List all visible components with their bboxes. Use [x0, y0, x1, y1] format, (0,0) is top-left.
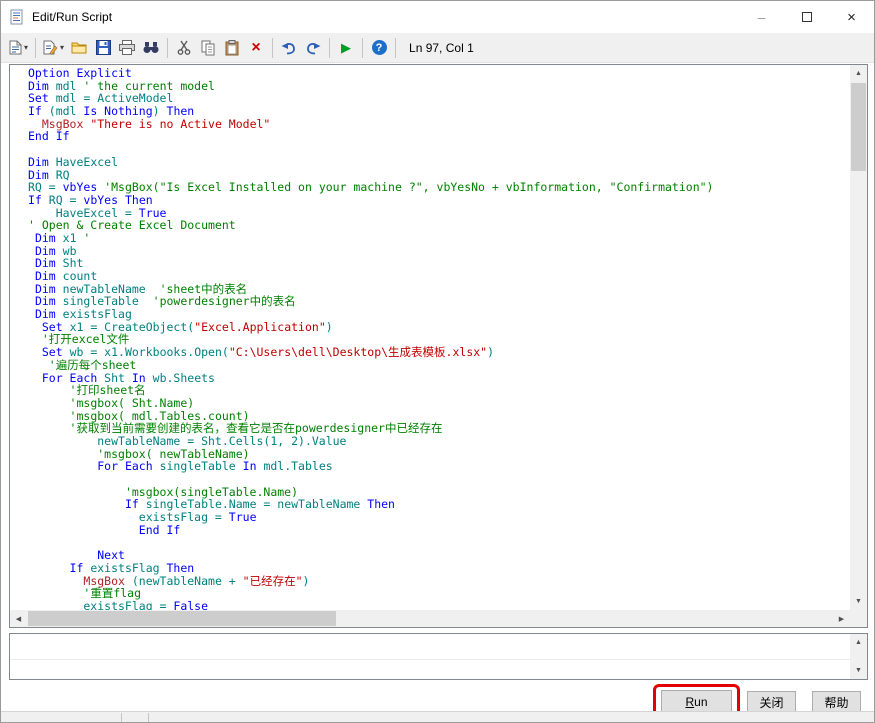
code-line: Dim HaveExcel: [28, 154, 119, 169]
toolbar-separator: [167, 37, 169, 58]
code-line: Dim wb: [34, 243, 77, 258]
run-button[interactable]: Run: [661, 690, 732, 713]
background-status-strip: [1, 711, 874, 722]
close-dialog-button[interactable]: 关闭: [747, 691, 796, 713]
toolbar: ▾ ▾ × ▶ ? Ln 97, Col 1: [1, 33, 874, 63]
code-line: MsgBox (newTableName + "已经存在"): [83, 573, 310, 588]
maximize-icon: [801, 12, 812, 22]
code-line: End If: [138, 522, 181, 537]
redo-icon: [305, 41, 321, 55]
vertical-scroll-thumb[interactable]: [851, 83, 866, 171]
code-line: End If: [28, 129, 70, 144]
dropdown-icon: ▾: [60, 42, 65, 52]
code-line: MsgBox "There is no Active Model": [41, 116, 271, 131]
run-label-accelerator: R: [685, 694, 695, 709]
run-icon: ▶: [341, 40, 352, 55]
copy-button[interactable]: [196, 36, 220, 60]
output-panel[interactable]: ▲ ▼: [9, 633, 868, 680]
output-scroll-up-button[interactable]: ▲: [850, 634, 867, 651]
run-toolbar-button[interactable]: ▶: [334, 36, 358, 60]
dropdown-icon: ▾: [24, 42, 29, 52]
scroll-left-icon: ◀: [15, 615, 22, 623]
cut-button[interactable]: [172, 36, 196, 60]
print-button[interactable]: [115, 36, 139, 60]
script-menu-button[interactable]: ▾: [6, 36, 31, 60]
toolbar-separator: [395, 37, 397, 58]
code-line: Dim singleTable 'powerdesigner中的表名: [34, 294, 296, 309]
paste-clipboard-icon: [225, 39, 239, 56]
open-button[interactable]: [67, 36, 91, 60]
code-line: Dim x1 ': [34, 230, 91, 245]
code-line: ' Open & Create Excel Document: [28, 218, 236, 233]
help-button[interactable]: 帮助: [812, 691, 861, 713]
cut-scissors-icon: [177, 40, 191, 55]
toolbar-separator: [272, 37, 274, 58]
run-button-label: Run: [685, 695, 707, 709]
open-folder-icon: [71, 41, 87, 54]
scroll-left-button[interactable]: ◀: [10, 610, 27, 627]
toolbar-separator: [362, 37, 364, 58]
scroll-right-button[interactable]: ▶: [833, 610, 850, 627]
output-scrollbar[interactable]: ▲ ▼: [850, 634, 867, 679]
scroll-down-button[interactable]: ▼: [850, 593, 867, 610]
strip-divider: [148, 713, 149, 722]
minimize-icon: –: [757, 9, 766, 25]
help-toolbar-button[interactable]: ?: [367, 36, 391, 60]
run-label-rest: un: [694, 694, 708, 709]
delete-icon: ×: [251, 38, 261, 56]
scroll-right-icon: ▶: [838, 615, 845, 623]
scroll-up-button[interactable]: ▲: [850, 65, 867, 82]
scroll-up-icon: ▲: [855, 639, 862, 646]
output-scroll-down-button[interactable]: ▼: [850, 662, 867, 679]
find-button[interactable]: [139, 36, 163, 60]
redo-button[interactable]: [301, 36, 325, 60]
paste-button[interactable]: [220, 36, 244, 60]
edit-script-icon: [43, 40, 58, 55]
minimize-button[interactable]: –: [739, 1, 784, 33]
help-icon: ?: [371, 40, 387, 55]
window-title: Edit/Run Script: [32, 10, 113, 24]
scrollbar-corner: [850, 610, 867, 627]
scroll-up-icon: ▲: [855, 70, 862, 77]
titlebar: Edit/Run Script – ×: [1, 1, 874, 33]
delete-button[interactable]: ×: [244, 36, 268, 60]
code-editor: Option Explicit Dim mdl ' the current mod…: [9, 64, 868, 628]
horizontal-scroll-thumb[interactable]: [28, 611, 336, 626]
new-script-icon: [9, 40, 22, 55]
close-button[interactable]: ×: [829, 1, 874, 33]
print-icon: [119, 40, 136, 55]
window-icon: [10, 9, 24, 25]
code-line: Set wb = x1.Workbooks.Open("C:\Users\del…: [41, 345, 495, 360]
maximize-button[interactable]: [784, 1, 829, 33]
toolbar-separator: [329, 37, 331, 58]
code-line: Dim Sht: [34, 256, 84, 271]
code-line: existsFlag = False: [28, 598, 209, 610]
strip-divider: [121, 713, 122, 722]
save-icon: [95, 40, 111, 55]
edit-menu-button[interactable]: ▾: [40, 36, 67, 60]
output-divider: [10, 659, 850, 660]
code-line: Set x1 = CreateObject("Excel.Application…: [41, 319, 333, 334]
code-line: For Each singleTable In mdl.Tables: [97, 459, 333, 474]
editor-vertical-scrollbar[interactable]: ▲ ▼: [850, 65, 867, 610]
close-icon: ×: [847, 8, 856, 26]
scroll-down-icon: ▼: [855, 667, 862, 674]
find-binoculars-icon: [143, 41, 159, 54]
edit-run-script-window: Edit/Run Script – × ▾ ▾ × ▶ ? Ln 97, Col…: [0, 0, 875, 723]
undo-button[interactable]: [277, 36, 301, 60]
toolbar-separator: [35, 37, 37, 58]
scroll-down-icon: ▼: [855, 598, 862, 605]
window-controls: – ×: [739, 1, 874, 33]
code-line: For Each Sht In wb.Sheets: [41, 370, 215, 385]
copy-icon: [201, 40, 215, 56]
code-content[interactable]: Option Explicit Dim mdl ' the current mod…: [10, 65, 850, 610]
caret-position: Ln 97, Col 1: [409, 40, 474, 55]
editor-horizontal-scrollbar[interactable]: ◀ ▶: [10, 610, 850, 627]
save-button[interactable]: [91, 36, 115, 60]
undo-icon: [281, 41, 297, 55]
